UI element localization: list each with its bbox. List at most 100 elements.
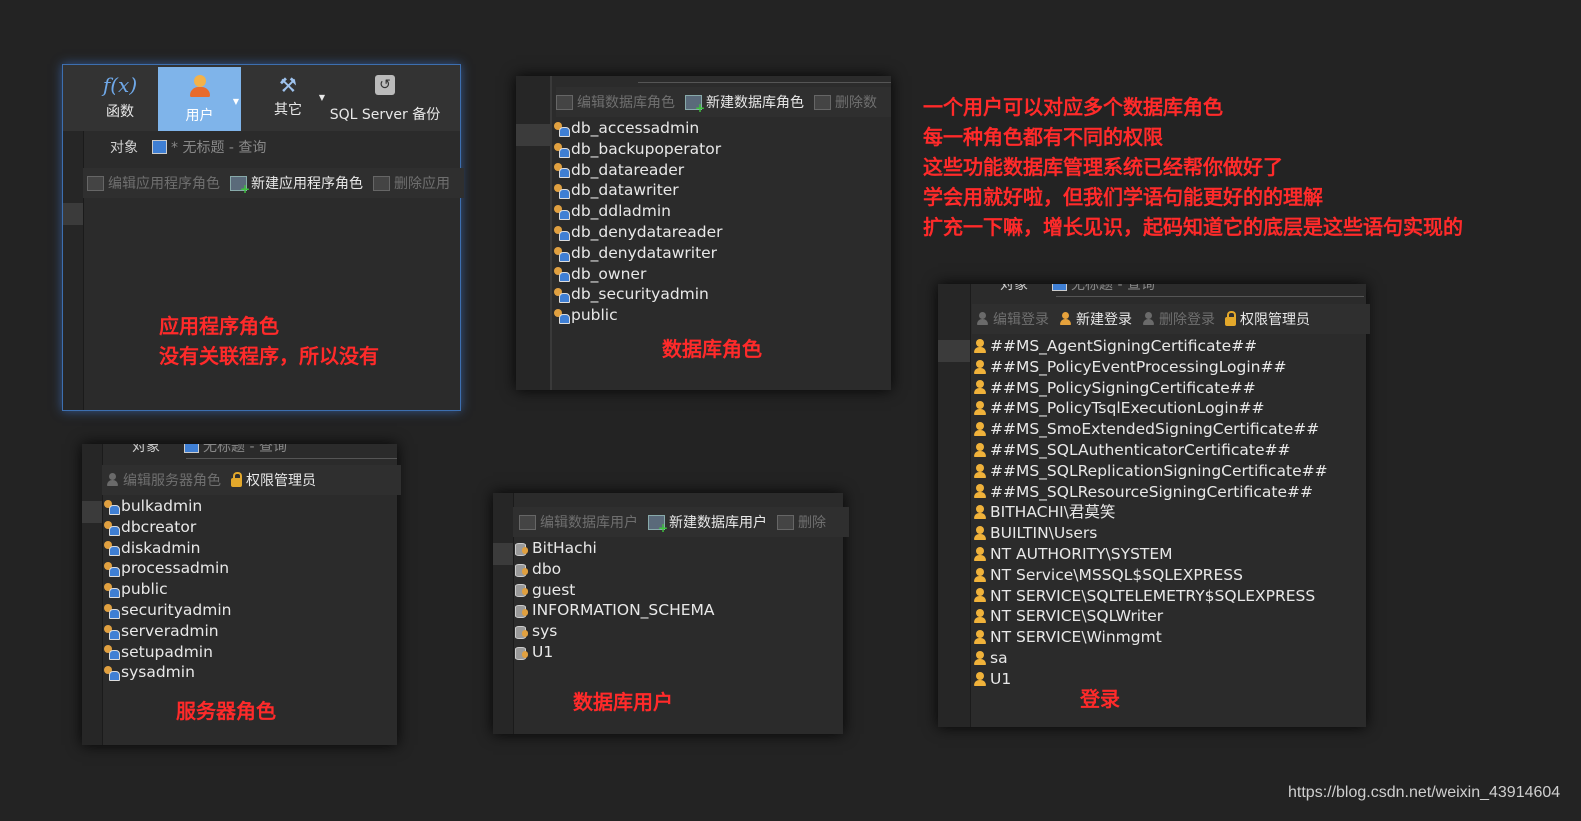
server-role-item[interactable]: securityadmin xyxy=(104,600,231,621)
ribbon-label: 用户 xyxy=(185,108,214,124)
server-role-item[interactable]: setupadmin xyxy=(104,642,231,663)
user-icon xyxy=(973,671,987,687)
login-item-label: ##MS_SmoExtendedSigningCertificate## xyxy=(990,420,1320,439)
login-item[interactable]: BITHACHI\君莫笑 xyxy=(973,502,1328,523)
ribbon-user-button[interactable]: 用户 ▼ xyxy=(158,67,241,131)
db-role-item[interactable]: db_securityadmin xyxy=(554,284,723,305)
new-login-button[interactable]: 新建登录 xyxy=(1059,309,1132,329)
login-item[interactable]: NT SERVICE\SQLWriter xyxy=(973,606,1328,627)
login-item[interactable]: NT SERVICE\SQLTELEMETRY$SQLEXPRESS xyxy=(973,586,1328,607)
login-item[interactable]: ##MS_PolicyTsqlExecutionLogin## xyxy=(973,398,1328,419)
db-user-icon xyxy=(515,562,529,577)
db-role-item[interactable]: db_backupoperator xyxy=(554,139,723,160)
server-role-item-label: setupadmin xyxy=(121,642,213,661)
query-tab-icon xyxy=(184,444,199,453)
login-item-label: BUILTIN\Users xyxy=(990,524,1098,543)
ribbon-other-button[interactable]: ⚒ 其它 ▼ xyxy=(253,65,325,131)
user-icon xyxy=(973,338,987,354)
db-user-icon xyxy=(515,624,529,640)
ribbon-backup-button[interactable]: ↺ SQL Server 备份 xyxy=(325,65,445,131)
note-line: 每一种角色都有不同的权限 xyxy=(923,125,1163,149)
login-item[interactable]: BUILTIN\Users xyxy=(973,523,1328,544)
delete-app-role-button[interactable]: 删除应用 xyxy=(373,173,450,193)
tab-query[interactable]: * 无标题 - 查询 xyxy=(152,137,266,157)
tab-query[interactable]: 无标题 - 查询 xyxy=(184,444,287,456)
server-role-item[interactable]: bulkadmin xyxy=(104,496,231,517)
edit-db-role-button[interactable]: 编辑数据库角色 xyxy=(556,92,675,112)
user-icon xyxy=(973,650,987,666)
server-role-item[interactable]: serveradmin xyxy=(104,621,231,642)
login-item[interactable]: ##MS_SQLReplicationSigningCertificate## xyxy=(973,461,1328,482)
annotation: 服务器角色 xyxy=(176,699,276,723)
edit-app-role-button[interactable]: 编辑应用程序角色 xyxy=(87,173,220,193)
db-user-item[interactable]: sys xyxy=(515,621,715,642)
db-role-item[interactable]: db_datareader xyxy=(554,160,723,181)
tab-bar: 对象 无标题 - 查询 xyxy=(132,444,287,458)
permission-admin-button[interactable]: 权限管理员 xyxy=(1225,309,1310,329)
db-role-item[interactable]: db_denydatareader xyxy=(554,222,723,243)
login-item[interactable]: ##MS_PolicyEventProcessingLogin## xyxy=(973,357,1328,378)
db-roles-panel: 编辑数据库角色 新建数据库角色 删除数 db_accessadmin db_bac… xyxy=(516,76,891,390)
server-role-item[interactable]: dbcreator xyxy=(104,517,231,538)
db-user-item[interactable]: BitHachi xyxy=(515,538,715,559)
edit-icon xyxy=(106,473,119,487)
tab-object[interactable]: 对象 xyxy=(1000,284,1028,294)
role-icon xyxy=(554,266,570,283)
db-role-item[interactable]: db_ddladmin xyxy=(554,201,723,222)
server-role-item[interactable]: diskadmin xyxy=(104,538,231,559)
dropdown-arrow-icon[interactable]: ▼ xyxy=(233,97,239,106)
edit-label: 编辑登录 xyxy=(993,312,1049,328)
login-item[interactable]: U1 xyxy=(973,669,1328,690)
db-user-item[interactable]: dbo xyxy=(515,559,715,580)
db-role-item[interactable]: db_accessadmin xyxy=(554,118,723,139)
tab-object[interactable]: 对象 xyxy=(110,137,138,157)
ribbon-function-button[interactable]: f(x) 函数 xyxy=(81,65,159,131)
left-rail xyxy=(63,131,84,410)
db-role-item[interactable]: db_owner xyxy=(554,264,723,285)
delete-icon xyxy=(814,94,831,110)
new-db-user-button[interactable]: 新建数据库用户 xyxy=(648,512,767,535)
login-item[interactable]: ##MS_AgentSigningCertificate## xyxy=(973,336,1328,357)
toolbar: 编辑登录 新建登录 删除登录 权限管理员 xyxy=(972,304,1370,334)
login-item[interactable]: NT AUTHORITY\SYSTEM xyxy=(973,544,1328,565)
server-role-item[interactable]: public xyxy=(104,579,231,600)
role-icon xyxy=(104,499,120,515)
role-icon xyxy=(104,582,120,599)
login-item[interactable]: sa xyxy=(973,648,1328,669)
login-item[interactable]: NT Service\MSSQL$SQLEXPRESS xyxy=(973,565,1328,586)
db-role-item[interactable]: public xyxy=(554,305,723,326)
login-item[interactable]: ##MS_PolicySigningCertificate## xyxy=(973,378,1328,399)
server-role-item[interactable]: processadmin xyxy=(104,558,231,579)
login-item-label: ##MS_PolicySigningCertificate## xyxy=(990,378,1256,397)
permission-admin-button[interactable]: 权限管理员 xyxy=(231,470,316,490)
login-item-label: NT AUTHORITY\SYSTEM xyxy=(990,544,1173,563)
toolbar: 编辑数据库角色 新建数据库角色 删除数 xyxy=(556,87,891,117)
role-icon xyxy=(104,624,120,640)
edit-server-role-button[interactable]: 编辑服务器角色 xyxy=(106,470,221,490)
tools-icon: ⚒ xyxy=(279,73,297,97)
login-item[interactable]: NT SERVICE\Winmgmt xyxy=(973,627,1328,648)
delete-db-user-button[interactable]: 删除 xyxy=(777,512,826,532)
login-item[interactable]: ##MS_SQLAuthenticatorCertificate## xyxy=(973,440,1328,461)
new-app-role-button[interactable]: 新建应用程序角色 xyxy=(230,173,363,196)
login-item-label: BITHACHI\君莫笑 xyxy=(990,503,1116,522)
delete-label: 删除数 xyxy=(835,95,877,111)
login-item[interactable]: ##MS_SQLResourceSigningCertificate## xyxy=(973,482,1328,503)
db-user-item[interactable]: guest xyxy=(515,580,715,601)
delete-login-button[interactable]: 删除登录 xyxy=(1142,309,1215,329)
tab-query[interactable]: 无标题 - 查询 xyxy=(1052,284,1155,294)
server-role-item[interactable]: sysadmin xyxy=(104,662,231,683)
edit-login-button[interactable]: 编辑登录 xyxy=(976,309,1049,329)
db-role-item[interactable]: db_denydatawriter xyxy=(554,243,723,264)
tab-object[interactable]: 对象 xyxy=(132,444,160,456)
delete-db-role-button[interactable]: 删除数 xyxy=(814,92,877,112)
edit-db-user-button[interactable]: 编辑数据库用户 xyxy=(519,512,638,532)
login-item[interactable]: ##MS_SmoExtendedSigningCertificate## xyxy=(973,419,1328,440)
db-role-item[interactable]: db_datawriter xyxy=(554,180,723,201)
new-db-role-button[interactable]: 新建数据库角色 xyxy=(685,92,804,115)
user-icon xyxy=(189,75,211,99)
db-user-icon xyxy=(515,603,529,619)
db-user-item[interactable]: U1 xyxy=(515,642,715,663)
db-user-item[interactable]: INFORMATION_SCHEMA xyxy=(515,600,715,621)
role-icon xyxy=(554,225,570,241)
